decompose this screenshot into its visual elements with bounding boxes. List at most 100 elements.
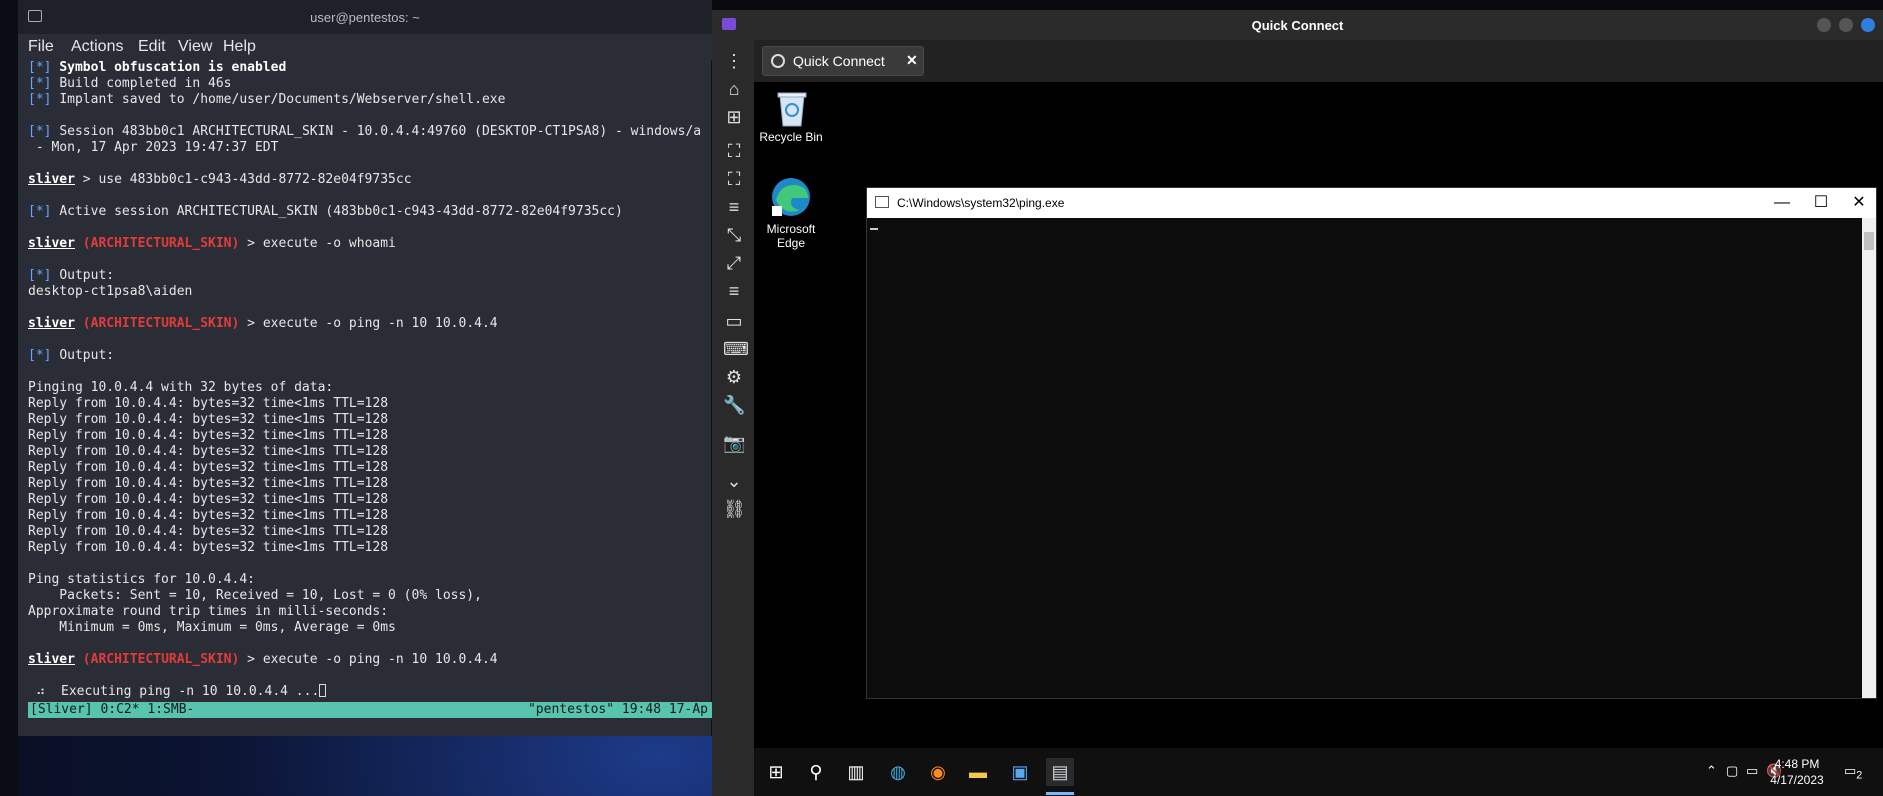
- terminal-line: [*] Output:: [28, 348, 712, 364]
- ping-maximize-button[interactable]: ☐: [1809, 192, 1833, 214]
- terminal-text: Implant saved to /home/user/Documents/We…: [59, 92, 506, 107]
- new-connection-icon[interactable]: ⊞: [723, 106, 745, 128]
- terminal-text: Reply from 10.0.4.4: bytes=32 time<1ms T…: [28, 460, 389, 475]
- menu-edit[interactable]: Edit: [138, 38, 166, 56]
- terminal-line: desktop-ct1psa8\aiden: [28, 284, 712, 300]
- remote-windows-desktop[interactable]: Recycle Bin Microsoft Edge C:\Windows\sy…: [754, 82, 1883, 796]
- switch-tab-icon[interactable]: ▭: [723, 310, 745, 332]
- ping-cmd-window[interactable]: C:\Windows\system32\ping.exe — ☐ ✕: [866, 187, 1877, 699]
- terminal-text: > use 483bb0c1-c943-43dd-8772-82e04f9735…: [74, 172, 412, 187]
- qc-minimize-button[interactable]: [1817, 18, 1831, 32]
- terminal-text: Active session ARCHITECTURAL_SKIN (483bb…: [59, 204, 623, 219]
- scrollbar-thumb[interactable]: [1864, 232, 1874, 250]
- dynamic-resolution-icon[interactable]: ⤢: [723, 252, 745, 274]
- screenshot-camera-icon[interactable]: 📷: [723, 432, 745, 454]
- terminal-line: Reply from 10.0.4.4: bytes=32 time<1ms T…: [28, 540, 712, 556]
- terminal-text: Approximate round trip times in milli-se…: [28, 604, 389, 619]
- menu-help[interactable]: Help: [223, 38, 256, 56]
- fullscreen-icon[interactable]: ⛶: [723, 168, 745, 190]
- menu-actions[interactable]: Actions: [71, 38, 123, 56]
- menu-file[interactable]: File: [28, 38, 54, 56]
- clock-date: 4/17/2023: [1770, 773, 1824, 787]
- tools-wrench-icon[interactable]: 🔧: [723, 394, 745, 416]
- fit-window-icon[interactable]: ⛶: [723, 140, 745, 162]
- terminal-text: [*]: [28, 348, 60, 363]
- ping-minimize-button[interactable]: —: [1770, 192, 1794, 214]
- terminal-text: Output:: [59, 348, 115, 363]
- taskbar-clock[interactable]: 4:48 PM 4/17/2023: [1757, 756, 1837, 788]
- terminal-text: Reply from 10.0.4.4: bytes=32 time<1ms T…: [28, 444, 389, 459]
- menu-lines-icon[interactable]: ≡: [723, 196, 745, 218]
- terminal-text: [*]: [28, 92, 60, 107]
- qc-close-button[interactable]: [1861, 18, 1875, 32]
- ping-scrollbar[interactable]: [1862, 218, 1876, 698]
- ping-console-output[interactable]: [867, 218, 1862, 698]
- disconnect-link-icon[interactable]: ⛓: [723, 498, 746, 520]
- scale-icon[interactable]: ⤡: [723, 224, 745, 246]
- terminal-line: sliver (ARCHITECTURAL_SKIN) > execute -o…: [28, 236, 712, 252]
- terminal-line: ⠴ Executing ping -n 10 10.0.4.4 ...: [28, 684, 712, 700]
- desktop-icon-recycle-bin[interactable]: Recycle Bin: [756, 84, 826, 144]
- tray-chevron-up-icon[interactable]: ⌃: [1706, 763, 1717, 779]
- desktop-icon-edge[interactable]: Microsoft Edge: [756, 170, 826, 250]
- minimize-chevron-down-icon[interactable]: ⌄: [723, 470, 745, 492]
- preferences-gear-icon[interactable]: ⚙: [723, 366, 745, 388]
- terminal-line: Reply from 10.0.4.4: bytes=32 time<1ms T…: [28, 444, 712, 460]
- terminal-text: (ARCHITECTURAL_SKIN): [82, 652, 240, 667]
- quick-connect-window[interactable]: Quick Connect ⋮ ⌂ ⊞ ⛶ ⛶ ≡ ⤡ ⤢ ≡ ▭ ⌨ ⚙ 🔧 …: [712, 10, 1883, 796]
- terminal-text: Minimum = 0ms, Maximum = 0ms, Average = …: [28, 620, 396, 635]
- terminal-text: > execute -o ping -n 10 10.0.4.4: [239, 316, 498, 331]
- terminal-titlebar[interactable]: user@pentestos: ~: [18, 0, 712, 34]
- console-taskbar-icon[interactable]: ▤: [1046, 758, 1074, 786]
- store-icon[interactable]: ▣: [1006, 758, 1034, 786]
- quick-connect-title: Quick Connect: [1251, 18, 1344, 33]
- notifications-icon[interactable]: ▭2: [1844, 763, 1862, 782]
- terminal-line: - Mon, 17 Apr 2023 19:47:37 EDT: [28, 140, 712, 156]
- terminal-line: sliver (ARCHITECTURAL_SKIN) > execute -o…: [28, 316, 712, 332]
- terminal-text: > execute -o whoami: [239, 236, 396, 251]
- start-windows-icon[interactable]: ⊞: [762, 758, 790, 786]
- terminal-text: sliver: [28, 652, 75, 667]
- terminal-text: ⠴ Executing ping -n 10 10.0.4.4 ...: [28, 684, 320, 699]
- terminal-line: [*] Symbol obfuscation is enabled: [28, 60, 712, 76]
- edge-taskbar-icon[interactable]: ◍: [884, 758, 912, 786]
- terminal-line: Reply from 10.0.4.4: bytes=32 time<1ms T…: [28, 508, 712, 524]
- menu-dots-icon[interactable]: ⋮: [723, 50, 745, 72]
- task-view-icon[interactable]: ▥: [842, 758, 870, 786]
- tab-label: Quick Connect: [793, 53, 885, 69]
- terminal-text: sliver: [28, 172, 75, 187]
- terminal-text: Reply from 10.0.4.4: bytes=32 time<1ms T…: [28, 524, 389, 539]
- firefox-icon[interactable]: ◉: [924, 758, 952, 786]
- qc-maximize-button[interactable]: [1839, 18, 1853, 32]
- tab-close-icon[interactable]: ✕: [906, 52, 918, 69]
- file-explorer-icon[interactable]: ▬: [964, 758, 992, 786]
- ping-close-button[interactable]: ✕: [1847, 192, 1871, 214]
- recycle-bin-icon: [777, 92, 807, 127]
- search-icon[interactable]: ⚲: [802, 758, 830, 786]
- ping-window-titlebar[interactable]: C:\Windows\system32\ping.exe — ☐ ✕: [867, 188, 1876, 218]
- terminal-line: [*] Active session ARCHITECTURAL_SKIN (4…: [28, 204, 712, 220]
- keyboard-icon[interactable]: ⌨: [723, 338, 749, 360]
- terminal-text: Build completed in 46s: [59, 76, 232, 91]
- terminal-window[interactable]: user@pentestos: ~ File Actions Edit View…: [18, 0, 712, 736]
- quick-connect-titlebar[interactable]: Quick Connect: [712, 10, 1883, 40]
- terminal-text: sliver: [28, 316, 75, 331]
- quality-lines-icon[interactable]: ≡: [723, 280, 745, 302]
- home-icon[interactable]: ⌂: [723, 78, 745, 100]
- terminal-output[interactable]: [*] Symbol obfuscation is enabled [*] Bui…: [28, 60, 712, 700]
- terminal-line: Reply from 10.0.4.4: bytes=32 time<1ms T…: [28, 524, 712, 540]
- menu-view[interactable]: View: [178, 38, 212, 56]
- tab-quick-connect[interactable]: Quick Connect ✕: [762, 46, 924, 76]
- terminal-text: Symbol obfuscation is enabled: [59, 60, 287, 75]
- terminal-line: Ping statistics for 10.0.4.4:: [28, 572, 712, 588]
- tray-meet-icon[interactable]: ▢: [1726, 763, 1738, 779]
